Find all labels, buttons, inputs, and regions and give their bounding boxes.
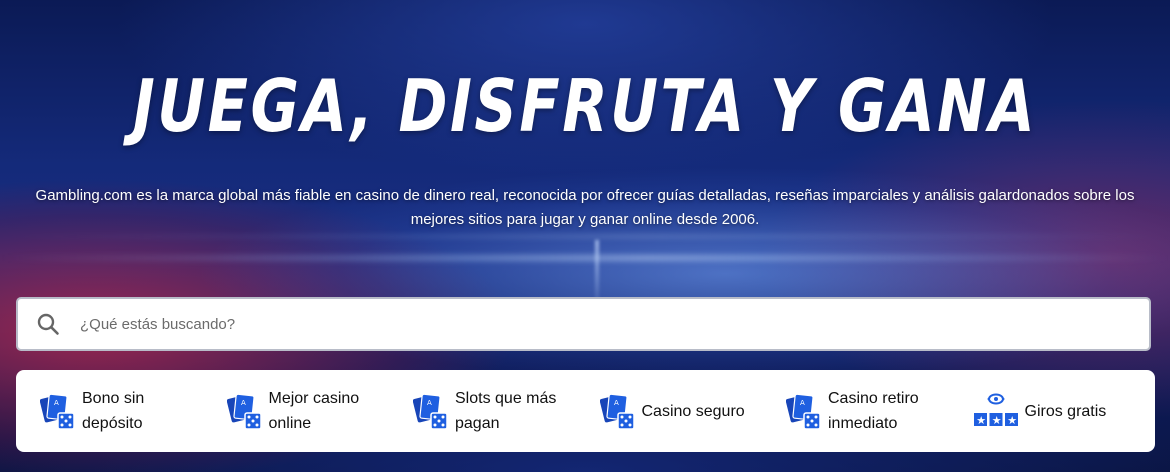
category-label: Giros gratis bbox=[1024, 402, 1107, 420]
search-icon[interactable] bbox=[36, 312, 60, 336]
cards-dice-icon: A bbox=[226, 393, 262, 430]
search-bar[interactable] bbox=[16, 297, 1151, 351]
category-label: inmediato bbox=[828, 415, 898, 432]
svg-text:A: A bbox=[241, 399, 246, 407]
category-label: Casino retiro bbox=[828, 390, 919, 407]
hero-subtitle: Gambling.com es la marca global más fiab… bbox=[10, 184, 1160, 232]
hero-subtitle-line-1: Gambling.com es la marca global más fiab… bbox=[35, 187, 1135, 204]
category-label: online bbox=[268, 415, 312, 432]
cards-dice-icon: A bbox=[40, 393, 75, 430]
hero-subtitle-line-2: mejores sitios para jugar y ganar online… bbox=[410, 211, 760, 228]
category-mejor-casino-online[interactable]: A Mejor casino online bbox=[213, 386, 400, 436]
category-label: pagan bbox=[455, 415, 500, 432]
svg-text:A: A bbox=[614, 399, 619, 407]
svg-text:A: A bbox=[427, 399, 432, 407]
category-bono-sin-deposito[interactable]: A Bono sin depósito bbox=[26, 386, 213, 436]
search-input[interactable] bbox=[78, 314, 1149, 334]
category-giros-gratis[interactable]: ★ ★ ★ Giros gratis bbox=[959, 391, 1146, 431]
free-spins-stars-icon: ★ ★ ★ bbox=[973, 393, 1018, 427]
category-label: Mejor casino bbox=[268, 390, 360, 407]
light-streak bbox=[0, 255, 1170, 261]
hero-title: JUEGA, DISFRUTA Y GANA bbox=[132, 64, 1038, 148]
cards-dice-icon: A bbox=[413, 393, 448, 430]
cards-dice-icon: A bbox=[599, 393, 635, 430]
category-slots-que-mas-pagan[interactable]: A Slots que más pagan bbox=[399, 386, 586, 436]
svg-text:★: ★ bbox=[976, 414, 986, 427]
svg-text:A: A bbox=[800, 399, 805, 407]
category-label: Slots que más bbox=[455, 390, 557, 407]
category-casino-retiro-inmediato[interactable]: A Casino retiro inmediato bbox=[772, 386, 959, 436]
svg-text:★: ★ bbox=[1007, 414, 1017, 427]
category-label: depósito bbox=[82, 415, 143, 432]
cards-dice-icon: A bbox=[786, 393, 821, 430]
light-streak bbox=[0, 235, 1170, 238]
svg-text:A: A bbox=[54, 399, 59, 407]
category-bar: A Bono sin depósito A Mejor casino onlin… bbox=[16, 370, 1155, 452]
category-label: Casino seguro bbox=[641, 402, 745, 420]
category-label: Bono sin bbox=[82, 390, 145, 407]
svg-text:★: ★ bbox=[991, 414, 1001, 427]
category-casino-seguro[interactable]: A Casino seguro bbox=[586, 391, 773, 431]
